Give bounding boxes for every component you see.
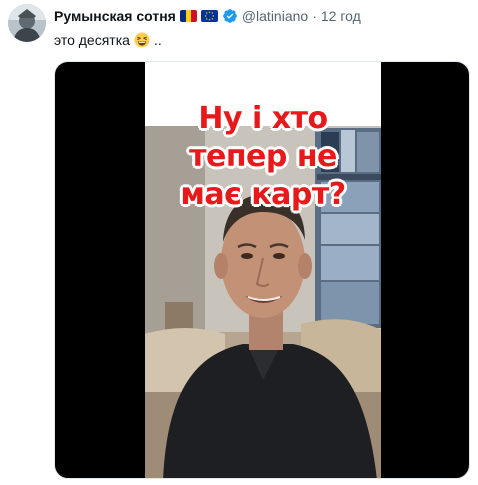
caption-line-3: має карт? [180,177,346,212]
video-frame: Ну і хто тепер не має карт? [145,62,381,478]
media-video[interactable]: Ну і хто тепер не має карт? [54,61,470,479]
tweet-text-suffix: .. [153,32,162,48]
tweet-header: Румынская сотня @latiniano · 12 год [54,7,361,25]
eu-flag-icon [200,10,218,22]
author-display-name[interactable]: Румынская сотня [54,7,176,25]
separator-dot: · [312,8,317,24]
tweet: Румынская сотня @latiniano · 12 год это … [0,0,478,485]
caption-line-1: Ну і хто [198,101,328,136]
grinning-squinting-face-icon [134,32,150,48]
tweet-timestamp[interactable]: 12 год [321,7,361,25]
tweet-text: это десятка .. [54,31,162,49]
verified-badge-icon [222,8,238,24]
caption-line-2: тепер не [189,139,337,174]
video-caption: Ну і хто тепер не має карт? [145,100,381,214]
author-handle[interactable]: @latiniano [242,7,308,25]
tweet-text-body: это десятка [54,32,130,48]
author-avatar[interactable] [8,4,46,42]
romania-flag-icon [179,10,197,22]
